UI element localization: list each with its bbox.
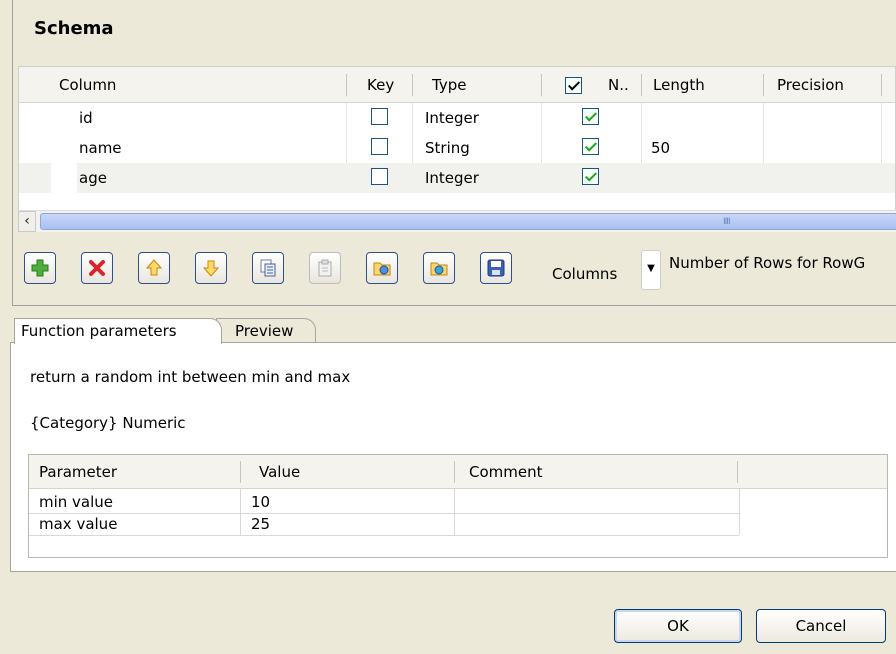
function-category: {Category} Numeric: [30, 414, 186, 432]
schema-table-header: Column Key Type N.. Length Precision: [19, 67, 895, 103]
column-header-column[interactable]: Column: [47, 67, 116, 103]
delete-icon: [88, 259, 106, 277]
key-checkbox[interactable]: [371, 168, 388, 185]
save-button[interactable]: [480, 252, 512, 284]
column-header-type[interactable]: Type: [420, 67, 466, 103]
schema-cell-column[interactable]: name: [79, 133, 122, 163]
columns-dropdown-arrow-icon[interactable]: ▼: [641, 250, 661, 290]
param-cell-name[interactable]: min value: [39, 491, 113, 513]
param-cell-value[interactable]: 25: [251, 513, 270, 535]
ok-button[interactable]: OK: [614, 609, 742, 643]
nullable-header-checkbox[interactable]: [565, 77, 582, 94]
scrollbar-grip: IIII: [723, 217, 731, 227]
copy-button[interactable]: [252, 252, 284, 284]
tab-function-parameters[interactable]: Function parameters: [14, 318, 222, 344]
delete-button[interactable]: [81, 252, 113, 284]
column-header-length[interactable]: Length: [641, 67, 705, 103]
add-icon: [31, 259, 49, 277]
schema-cell-type[interactable]: Integer: [425, 103, 479, 133]
horizontal-scrollbar[interactable]: ‹ IIII: [18, 210, 896, 232]
column-header-key[interactable]: Key: [355, 67, 394, 103]
import-button[interactable]: [366, 252, 398, 284]
export-icon: [430, 259, 448, 277]
paste-button[interactable]: [309, 252, 341, 284]
param-cell-value[interactable]: 10: [251, 491, 270, 513]
param-header-parameter[interactable]: Parameter: [39, 455, 117, 489]
nullable-checkbox[interactable]: [582, 108, 599, 125]
move-down-icon: [202, 259, 220, 277]
column-header-precision[interactable]: Precision: [765, 67, 844, 103]
parameters-table-header: Parameter Value Comment: [29, 455, 887, 489]
number-of-rows-label: Number of Rows for RowG: [669, 254, 866, 272]
schema-cell-length[interactable]: 50: [651, 133, 670, 163]
schema-cell-type[interactable]: String: [425, 133, 470, 163]
move-up-button[interactable]: [138, 252, 170, 284]
scrollbar-thumb[interactable]: IIII: [40, 213, 896, 230]
schema-cell-type[interactable]: Integer: [425, 163, 479, 193]
schema-title: Schema: [34, 18, 114, 39]
schema-table[interactable]: Column Key Type N.. Length Precision id …: [18, 66, 896, 232]
cancel-button[interactable]: Cancel: [756, 609, 886, 643]
param-header-comment[interactable]: Comment: [469, 455, 543, 489]
columns-label: Columns: [552, 265, 618, 283]
scroll-left-arrow-icon[interactable]: ‹: [18, 211, 36, 232]
save-icon: [487, 259, 505, 277]
param-cell-name[interactable]: max value: [39, 513, 117, 535]
nullable-checkbox[interactable]: [582, 168, 599, 185]
key-checkbox[interactable]: [371, 108, 388, 125]
move-down-button[interactable]: [195, 252, 227, 284]
key-checkbox[interactable]: [371, 138, 388, 155]
paste-icon: [316, 259, 334, 277]
add-button[interactable]: [24, 252, 56, 284]
param-header-value[interactable]: Value: [259, 455, 300, 489]
copy-icon: [259, 259, 277, 277]
schema-row[interactable]: name String 50: [19, 133, 895, 163]
nullable-checkbox[interactable]: [582, 138, 599, 155]
schema-cell-column[interactable]: age: [79, 163, 107, 193]
parameters-table[interactable]: Parameter Value Comment min value 10 max…: [28, 454, 888, 558]
schema-row-selected[interactable]: age Integer: [19, 163, 895, 193]
export-button[interactable]: [423, 252, 455, 284]
function-description: return a random int between min and max: [30, 368, 351, 386]
move-up-icon: [145, 259, 163, 277]
import-icon: [373, 259, 391, 277]
schema-row[interactable]: id Integer: [19, 103, 895, 133]
column-header-nullable[interactable]: N..: [596, 67, 629, 103]
tab-preview[interactable]: Preview: [216, 318, 316, 344]
schema-cell-column[interactable]: id: [79, 103, 93, 133]
